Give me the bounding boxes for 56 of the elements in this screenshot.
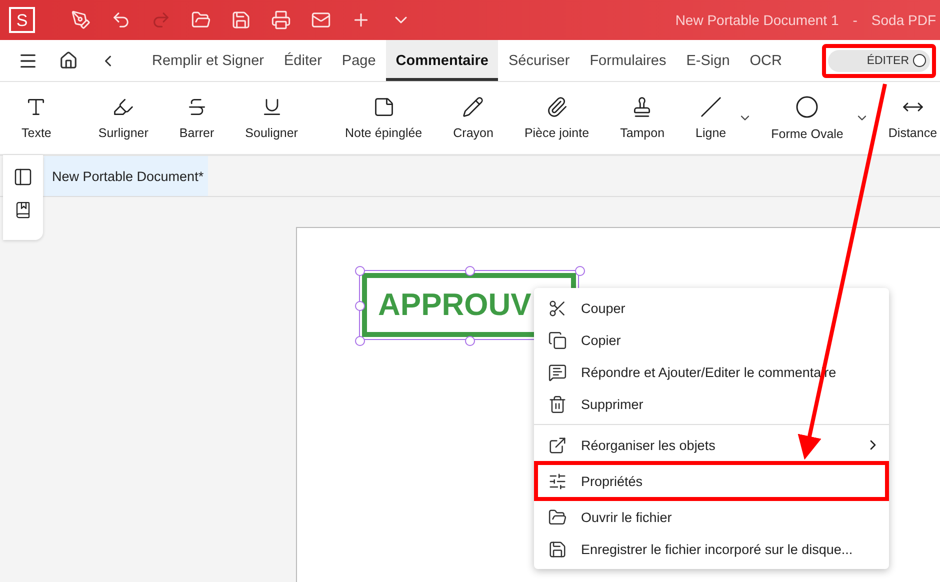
ribbon-tab[interactable]: Commentaire [386, 40, 498, 81]
tool-button[interactable]: Note épinglée [336, 82, 431, 154]
app-name: Soda PDF [871, 12, 936, 28]
ribbon-tab[interactable]: Page [332, 40, 386, 81]
comment-icon [548, 362, 567, 382]
resize-handle[interactable] [355, 301, 365, 311]
scissors-icon [548, 298, 567, 318]
trash-icon [548, 394, 567, 414]
tool-button[interactable]: Surligner [90, 82, 157, 154]
toggle-label: ÉDITER [866, 54, 909, 66]
ellipse-icon [795, 95, 820, 119]
ribbon-tab[interactable]: Sécuriser [498, 40, 580, 81]
menu-item[interactable]: Couper [534, 292, 889, 324]
ribbon-tab[interactable]: OCR [740, 40, 792, 81]
ribbon-tab[interactable]: Éditer [274, 40, 332, 81]
sticky-note-icon [372, 96, 395, 118]
title-separator: - [852, 12, 858, 28]
resize-handle[interactable] [465, 266, 475, 276]
menu-item[interactable]: Réorganiser les objets [534, 429, 889, 461]
ribbon-tab[interactable]: Remplir et Signer [142, 40, 274, 81]
resize-handle[interactable] [355, 336, 365, 346]
menu-item[interactable]: Enregistrer le fichier incorporé sur le disque... [534, 533, 889, 565]
document-title: New Portable Document 1 [675, 12, 839, 28]
folder-icon [548, 508, 567, 526]
highlighter-icon [112, 96, 134, 118]
menu-item[interactable]: Propriétés [534, 461, 889, 501]
tool-button[interactable]: Souligner [236, 82, 306, 154]
copy-icon [548, 330, 567, 350]
tool-button[interactable]: Crayon [444, 82, 502, 154]
menu-item[interactable]: Supprimer [534, 388, 889, 420]
arrange-icon [548, 436, 567, 454]
logo-letter: S [16, 12, 28, 28]
edit-toggle[interactable]: ÉDITER [822, 44, 936, 78]
resize-handle[interactable] [575, 266, 585, 276]
resize-handle[interactable] [355, 266, 365, 276]
bookmark-icon[interactable] [14, 201, 32, 219]
tool-button[interactable]: Ligne [687, 82, 735, 154]
sliders-icon [548, 472, 567, 490]
save-icon [548, 540, 567, 558]
paperclip-icon [546, 96, 568, 118]
tool-button[interactable]: Barrer [170, 82, 223, 154]
document-tab[interactable]: New Portable Document* [44, 156, 208, 196]
ribbon-tab[interactable]: Formulaires [580, 40, 676, 81]
menu-item[interactable]: Ouvrir le fichier [534, 501, 889, 533]
ribbon-tab[interactable]: E-Sign [676, 40, 740, 81]
tool-button[interactable]: Distance [880, 82, 940, 154]
line-icon [700, 96, 722, 118]
tool-button[interactable]: Forme Ovale [762, 82, 852, 154]
tool-button[interactable]: Tampon [612, 82, 674, 154]
pencil-icon [462, 96, 484, 118]
stamp-text: APPROUV [378, 287, 532, 323]
panel-icon[interactable] [13, 167, 33, 187]
menu-item[interactable]: Copier [534, 324, 889, 356]
tool-button[interactable]: Texte [13, 82, 60, 154]
resize-handle[interactable] [465, 336, 475, 346]
tool-button[interactable]: Pièce jointe [516, 82, 598, 154]
